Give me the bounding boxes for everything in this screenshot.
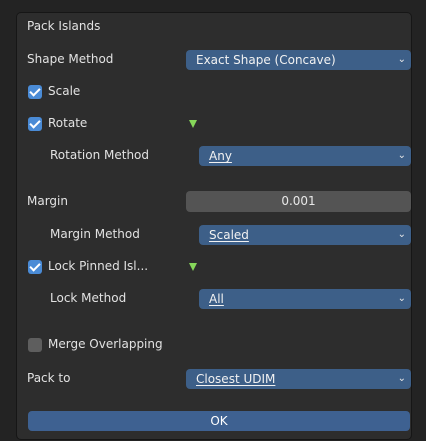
- dialog-title: Pack Islands: [27, 19, 101, 33]
- rotation-method-dropdown[interactable]: Any ⌄: [199, 146, 411, 166]
- margin-number-field[interactable]: 0.001: [186, 191, 411, 212]
- ok-button[interactable]: OK: [28, 411, 410, 431]
- keyframe-triangle-icon[interactable]: [189, 263, 197, 271]
- merge-overlapping-checkbox[interactable]: [28, 338, 42, 352]
- chevron-down-icon: ⌄: [397, 229, 406, 240]
- pack-to-label: Pack to: [27, 371, 71, 385]
- rotate-label: Rotate: [48, 116, 88, 130]
- shape-method-dropdown[interactable]: Exact Shape (Concave) ⌄: [186, 50, 411, 70]
- lock-method-value: All: [209, 292, 224, 306]
- chevron-down-icon: ⌄: [397, 373, 406, 384]
- shape-method-value: Exact Shape (Concave): [196, 53, 336, 67]
- keyframe-triangle-icon[interactable]: [189, 120, 197, 128]
- lock-pinned-checkbox[interactable]: [28, 260, 42, 274]
- margin-method-label: Margin Method: [50, 227, 140, 241]
- rotate-checkbox[interactable]: [28, 117, 42, 131]
- rotation-method-value: Any: [209, 149, 232, 163]
- margin-method-value: Scaled: [209, 228, 249, 242]
- shape-method-label: Shape Method: [27, 52, 114, 66]
- pack-to-value: Closest UDIM: [196, 372, 276, 386]
- scale-checkbox[interactable]: [28, 85, 42, 99]
- scale-label: Scale: [48, 84, 81, 98]
- pack-to-dropdown[interactable]: Closest UDIM ⌄: [186, 369, 411, 389]
- lock-pinned-label: Lock Pinned Isl...: [48, 259, 149, 273]
- margin-label: Margin: [27, 194, 68, 208]
- lock-method-dropdown[interactable]: All ⌄: [199, 289, 411, 309]
- chevron-down-icon: ⌄: [397, 293, 406, 304]
- lock-method-label: Lock Method: [50, 291, 127, 305]
- chevron-down-icon: ⌄: [397, 150, 406, 161]
- chevron-down-icon: ⌄: [397, 54, 406, 65]
- merge-overlapping-label: Merge Overlapping: [48, 337, 163, 351]
- rotation-method-label: Rotation Method: [50, 148, 150, 162]
- margin-method-dropdown[interactable]: Scaled ⌄: [199, 225, 411, 245]
